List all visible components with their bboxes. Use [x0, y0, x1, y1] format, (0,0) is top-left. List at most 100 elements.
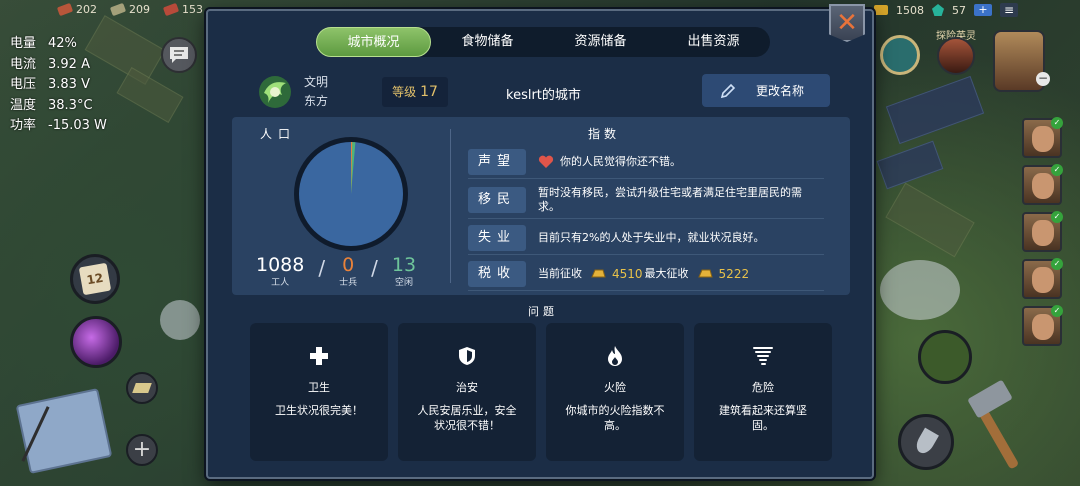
index-row-prestige: 声望 你的人民觉得你还不错。 [468, 145, 824, 179]
world-map-button[interactable] [8, 380, 113, 480]
immigration-button[interactable]: 移民 [468, 186, 526, 213]
problem-desc: 人民安居乐业，安全状况很不错！ [417, 404, 517, 432]
top-resource-bar: 202 209 153 [56, 2, 203, 17]
tab-city-overview[interactable]: 城市概况 [316, 27, 431, 57]
tab-food-storage[interactable]: 食物储备 [431, 27, 544, 57]
hero-card[interactable]: ✓ [1022, 258, 1063, 299]
check-icon: ✓ [1051, 164, 1063, 176]
menu-button[interactable]: ≡ [1000, 3, 1018, 17]
city-name: keslrt的城市 [506, 88, 581, 103]
rename-button[interactable]: 更改名称 [702, 74, 830, 107]
stone-resource: 209 [109, 2, 150, 17]
problem-title: 火险 [604, 381, 626, 394]
tax-current-label: 当前征收 [538, 266, 582, 280]
hero-card[interactable]: ✓ [1022, 164, 1063, 205]
check-icon: ✓ [1051, 211, 1063, 223]
stone-icon [109, 2, 127, 17]
gold-icon [874, 5, 888, 15]
city-info-panel: 人口 1088 工人 / 0 士兵 / 13 空闲 指数 声望 你的人民觉得你还不错。… [232, 117, 850, 295]
problem-card-fire[interactable]: 火险 你城市的火险指数不高。 [546, 323, 684, 461]
level-label: 等级 [392, 85, 417, 99]
gem-amount: 57 [952, 3, 966, 17]
tax-max-label: 最大征收 [644, 266, 689, 280]
check-icon: ✓ [1051, 117, 1063, 129]
prestige-text: 你的人民觉得你还不错。 [560, 154, 681, 168]
heart-icon [538, 155, 554, 168]
gold-amount: 1508 [896, 3, 924, 17]
panel-divider [450, 129, 451, 283]
close-button[interactable]: ✕ [829, 4, 865, 42]
index-row-immigration: 移民 暂时没有移民，尝试升级住宅或者满足住宅里居民的需求。 [468, 181, 824, 219]
problem-card-security[interactable]: 治安 人民安居乐业，安全状况很不错！ [398, 323, 536, 461]
hero-rail: ✓ ✓ ✓ ✓ ✓ [1022, 117, 1063, 346]
map-scroll-icon [15, 388, 113, 474]
hero-card[interactable]: ✓ [1022, 305, 1063, 346]
unemployment-button[interactable]: 失业 [468, 224, 526, 251]
hero-card[interactable]: ✓ [1022, 211, 1063, 252]
population-pie-chart [294, 137, 408, 251]
calendar-button[interactable]: 12 [70, 254, 120, 304]
problems-title: 问题 [528, 305, 558, 318]
stat-power: 功率 -15.03 W [10, 118, 107, 133]
chat-button[interactable] [161, 37, 197, 73]
city-level-badge: 等级 17 [382, 77, 448, 107]
civilization-name: 东方 [304, 94, 329, 108]
civilization-emblem-icon [259, 76, 291, 108]
index-row-tax: 税收 当前征收 4510 最大征收 5222 [468, 257, 824, 291]
stat-current: 电流 3.92 A [10, 56, 90, 72]
check-icon: ✓ [1051, 305, 1063, 317]
tax-button[interactable]: 税收 [468, 260, 526, 287]
unemployment-text: 目前只有2%的人处于失业中，就业状况良好。 [538, 230, 765, 244]
population-title: 人口 [260, 127, 297, 141]
stat-battery: 电量 42% [10, 36, 77, 51]
civilization-label: 文明 [304, 75, 329, 89]
layers-button[interactable] [126, 372, 158, 404]
rename-label: 更改名称 [756, 84, 805, 98]
soldiers-count: 0 士兵 [339, 254, 358, 288]
population-values: 1088 工人 / 0 士兵 / 13 空闲 [256, 254, 417, 288]
wood-resource: 202 [56, 2, 97, 17]
indices-title: 指数 [588, 127, 621, 141]
farm-button[interactable] [918, 330, 972, 384]
build-hammer-button[interactable] [964, 378, 1040, 474]
problem-title: 危险 [752, 381, 774, 394]
civilization-info: 文明 东方 [304, 73, 328, 111]
tab-sell-resources[interactable]: 出售资源 [657, 27, 770, 57]
collapse-button[interactable]: − [1036, 72, 1050, 86]
add-button[interactable]: + [126, 434, 158, 466]
problem-card-danger[interactable]: 危险 建筑看起来还算坚固。 [694, 323, 832, 461]
close-icon: ✕ [836, 8, 858, 38]
shovel-button[interactable] [898, 414, 954, 470]
gold-ingot-icon [697, 269, 713, 278]
hero-card[interactable]: ✓ [1022, 117, 1063, 158]
meat-resource: 153 [162, 2, 203, 17]
hero-avatar[interactable] [937, 37, 975, 75]
prestige-button[interactable]: 声望 [468, 148, 526, 175]
map-location-button[interactable] [880, 35, 920, 75]
level-value: 17 [420, 84, 438, 100]
layers-icon [132, 383, 152, 393]
city-overview-dialog: 城市概况 食物储备 资源储备 出售资源 文明 东方 等级 17 keslrt的城市… [206, 9, 874, 479]
problem-desc: 你城市的火险指数不高。 [565, 404, 665, 432]
tab-bar: 城市概况 食物储备 资源储备 出售资源 [316, 27, 770, 57]
tornado-icon [753, 347, 773, 365]
add-gems-button[interactable]: + [974, 4, 992, 16]
problem-desc: 卫生状况很完美！ [275, 404, 363, 417]
currency-bar: 1508 57 + ≡ [874, 3, 1018, 17]
stat-temperature: 温度 38.3°C [10, 97, 93, 113]
problem-card-health[interactable]: 卫生 卫生状况很完美！ [250, 323, 388, 461]
shield-icon [459, 347, 475, 365]
index-row-unemployment: 失业 目前只有2%的人处于失业中，就业状况良好。 [468, 221, 824, 255]
health-cross-icon [310, 347, 328, 365]
fire-icon [608, 346, 622, 366]
pencil-icon [720, 83, 736, 98]
meat-icon [162, 2, 180, 17]
wood-icon [56, 2, 74, 17]
tab-resource-storage[interactable]: 资源储备 [544, 27, 657, 57]
problem-title: 治安 [456, 381, 478, 394]
check-icon: ✓ [1051, 258, 1063, 270]
magic-orb-button[interactable] [70, 316, 122, 368]
gem-icon [932, 4, 944, 16]
stat-voltage: 电压 3.83 V [10, 77, 90, 92]
problem-title: 卫生 [308, 381, 330, 394]
